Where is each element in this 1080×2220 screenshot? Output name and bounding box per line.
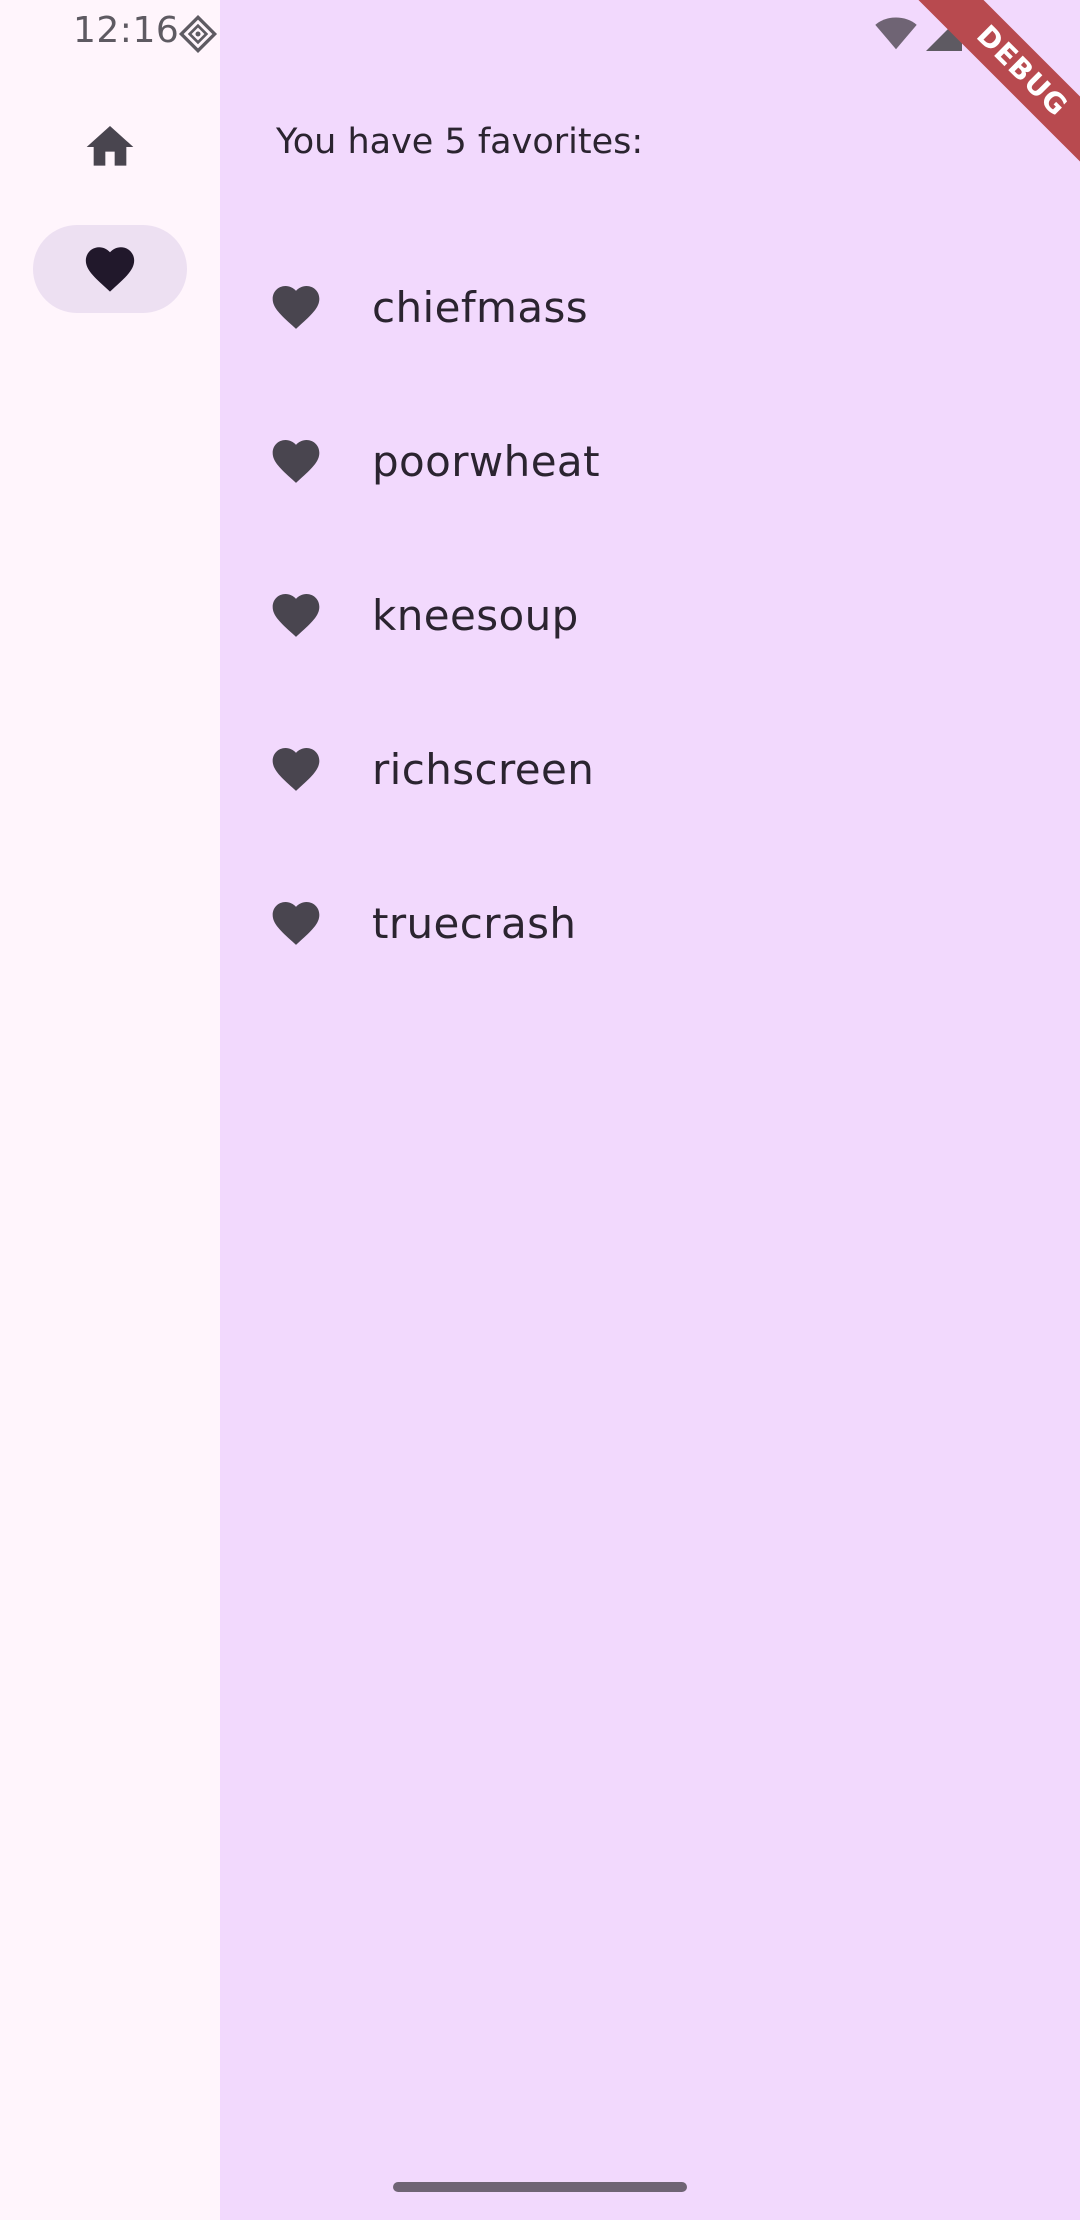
list-item-label: truecrash xyxy=(372,898,577,948)
rail-item-favorites[interactable] xyxy=(33,225,187,313)
heart-icon xyxy=(268,741,324,797)
list-item[interactable]: poorwheat xyxy=(220,384,1080,538)
rail-item-home[interactable] xyxy=(33,103,187,191)
navigation-rail xyxy=(0,0,220,2220)
list-item[interactable]: chiefmass xyxy=(220,230,1080,384)
list-item-label: poorwheat xyxy=(372,436,600,486)
gesture-handle[interactable] xyxy=(393,2182,687,2192)
favorites-list: chiefmass poorwheat kneesoup richscreen … xyxy=(220,230,1080,1000)
debug-banner: DEBUG xyxy=(899,0,1080,194)
location-diamond-icon xyxy=(178,14,218,58)
heart-icon xyxy=(268,587,324,643)
list-item[interactable]: kneesoup xyxy=(220,538,1080,692)
debug-banner-container: DEBUG xyxy=(880,0,1080,200)
list-item[interactable]: richscreen xyxy=(220,692,1080,846)
heart-icon xyxy=(268,895,324,951)
heart-icon xyxy=(268,279,324,335)
list-item-label: kneesoup xyxy=(372,590,579,640)
list-item[interactable]: truecrash xyxy=(220,846,1080,1000)
heart-icon xyxy=(268,433,324,489)
app-screen: 12:16 You have 5 favorites: chiefmass po… xyxy=(0,0,1080,2220)
heart-icon xyxy=(81,240,139,298)
list-item-label: chiefmass xyxy=(372,282,589,332)
list-item-label: richscreen xyxy=(372,744,595,794)
status-time: 12:16 xyxy=(73,10,180,51)
favorites-header: You have 5 favorites: xyxy=(276,122,644,162)
home-icon xyxy=(82,119,138,175)
